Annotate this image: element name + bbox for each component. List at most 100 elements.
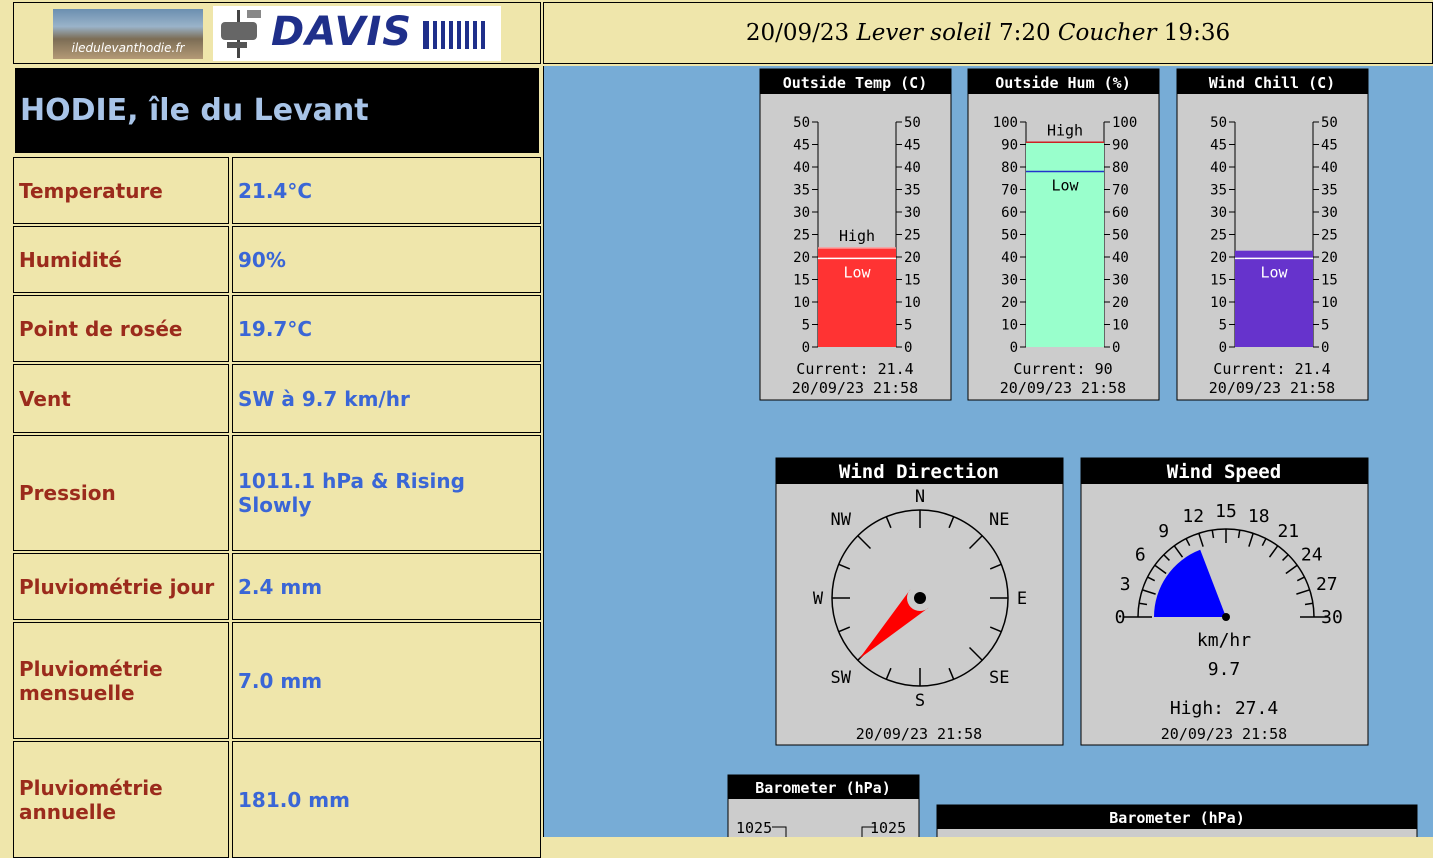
outside-temp-tick-label-right: 5 xyxy=(904,318,912,334)
wind-speed-scale-label: 9 xyxy=(1158,521,1169,542)
wind-chill-tick-label-left: 20 xyxy=(1210,250,1227,266)
wind-speed-scale-label: 12 xyxy=(1182,506,1204,527)
outside-temp-tick-label-left: 0 xyxy=(802,340,810,356)
outside-temp-tick-label-left: 40 xyxy=(793,160,810,176)
outside-hum-tick-label-left: 40 xyxy=(1001,250,1018,266)
barometer-gauge[interactable]: Barometer (hPa) 1025 1025 xyxy=(727,774,920,837)
compass-label: SE xyxy=(989,668,1009,688)
outside-temp-gauge[interactable]: Outside Temp (C) 50454035302520151050 50… xyxy=(759,68,952,401)
wind-chill-low-label: Low xyxy=(1260,263,1288,281)
outside-hum-time: 20/09/23 21:58 xyxy=(1000,379,1126,397)
compass-label: E xyxy=(1017,589,1027,609)
value-rain-day: 2.4 mm xyxy=(232,553,541,620)
outside-hum-current: Current: 90 xyxy=(1013,360,1112,378)
outside-hum-bar xyxy=(1026,142,1104,347)
label-rain-day: Pluviométrie jour xyxy=(13,553,229,620)
barometer-top-tick-left: 1025 xyxy=(736,819,772,837)
wind-chill-tick-label-left: 5 xyxy=(1219,318,1227,334)
outside-hum-gauge[interactable]: Outside Hum (%) 1009080706050403020100 1… xyxy=(967,68,1160,401)
outside-temp-tick-label-right: 30 xyxy=(904,205,921,221)
wind-chill-tick-label-left: 15 xyxy=(1210,273,1227,289)
outside-hum-tick-label-left: 80 xyxy=(1001,160,1018,176)
outside-temp-time: 20/09/23 21:58 xyxy=(792,379,918,397)
outside-hum-tick-label-left: 0 xyxy=(1010,340,1018,356)
sunset-time: 19:36 xyxy=(1163,20,1231,46)
value-humidity: 90% xyxy=(232,226,541,293)
wind-speed-scale-label: 30 xyxy=(1321,607,1343,628)
wind-speed-title: Wind Speed xyxy=(1167,461,1281,483)
barometer-graph[interactable]: Barometer (hPa) xyxy=(936,804,1418,837)
outside-hum-tick-label-right: 30 xyxy=(1112,273,1129,289)
wind-chill-gauge[interactable]: Wind Chill (C) 50454035302520151050 5045… xyxy=(1176,68,1369,401)
label-rain-month: Pluviométrie mensuelle xyxy=(13,622,229,739)
outside-temp-tick-label-left: 25 xyxy=(793,228,810,244)
wind-chill-tick-label-right: 0 xyxy=(1321,340,1329,356)
wind-chill-tick-label-right: 30 xyxy=(1321,205,1338,221)
barometer-title: Barometer (hPa) xyxy=(755,779,890,797)
header-logos: iledulevanthodie.fr DAVIS xyxy=(13,2,541,64)
outside-temp-current: Current: 21.4 xyxy=(796,360,913,378)
outside-temp-tick-label-right: 50 xyxy=(904,115,921,131)
compass-label: S xyxy=(915,691,925,711)
outside-hum-tick-label-left: 20 xyxy=(1001,295,1018,311)
outside-hum-tick-label-left: 90 xyxy=(1001,138,1018,154)
wind-direction-title: Wind Direction xyxy=(839,461,999,483)
wind-direction-time: 20/09/23 21:58 xyxy=(856,725,982,743)
outside-hum-tick-label-right: 50 xyxy=(1112,228,1129,244)
wind-chill-tick-label-left: 45 xyxy=(1210,138,1227,154)
outside-temp-tick-label-right: 15 xyxy=(904,273,921,289)
sunrise-label: Lever soleil xyxy=(856,20,992,46)
davis-logo[interactable]: DAVIS xyxy=(213,6,501,61)
value-rain-year: 181.0 mm xyxy=(232,741,541,858)
outside-temp-tick-label-right: 0 xyxy=(904,340,912,356)
outside-temp-title: Outside Temp (C) xyxy=(783,74,928,92)
wind-speed-value: 9.7 xyxy=(1208,659,1241,680)
label-rain-year: Pluviométrie annuelle xyxy=(13,741,229,858)
wind-chill-current: Current: 21.4 xyxy=(1213,360,1330,378)
outside-temp-tick-label-right: 10 xyxy=(904,295,921,311)
outside-temp-tick-label-left: 10 xyxy=(793,295,810,311)
value-dewpoint: 19.7°C xyxy=(232,295,541,362)
outside-hum-title: Outside Hum (%) xyxy=(995,74,1130,92)
wind-chill-tick-label-left: 10 xyxy=(1210,295,1227,311)
compass-label: SW xyxy=(831,668,852,688)
outside-hum-tick-label-right: 90 xyxy=(1112,138,1129,154)
outside-temp-tick-label-right: 35 xyxy=(904,183,921,199)
value-wind: SW à 9.7 km/hr xyxy=(232,364,541,433)
station-title: HODIE, île du Levant xyxy=(13,66,541,155)
outside-temp-tick-label-left: 20 xyxy=(793,250,810,266)
wind-chill-tick-label-right: 25 xyxy=(1321,228,1338,244)
label-dewpoint: Point de rosée xyxy=(13,295,229,362)
wind-chill-tick-label-left: 30 xyxy=(1210,205,1227,221)
outside-hum-tick-label-left: 70 xyxy=(1001,183,1018,199)
wind-speed-scale-label: 27 xyxy=(1316,574,1338,595)
wind-chill-tick-label-left: 50 xyxy=(1210,115,1227,131)
wind-chill-tick-label-right: 40 xyxy=(1321,160,1338,176)
outside-hum-tick-label-right: 0 xyxy=(1112,340,1120,356)
outside-hum-high-label: High xyxy=(1047,121,1083,139)
wind-chill-tick-label-right: 10 xyxy=(1321,295,1338,311)
wind-chill-tick-label-left: 0 xyxy=(1219,340,1227,356)
wind-direction-gauge[interactable]: Wind Direction N NE E SE S SW W NW 20/09/23 21:… xyxy=(775,457,1064,746)
compass-label: W xyxy=(813,589,824,609)
wind-chill-tick-label-right: 50 xyxy=(1321,115,1338,131)
label-humidity: Humidité xyxy=(13,226,229,293)
outside-temp-tick-label-left: 5 xyxy=(802,318,810,334)
wind-speed-scale-label: 3 xyxy=(1120,574,1131,595)
outside-hum-tick-label-left: 10 xyxy=(1001,318,1018,334)
outside-temp-tick-label-left: 15 xyxy=(793,273,810,289)
site-logo[interactable]: iledulevanthodie.fr xyxy=(53,9,203,59)
wind-speed-gauge[interactable]: Wind Speed 036912 15 1821242730 km/hr 9.7 … xyxy=(1080,457,1369,746)
sun-info: 20/09/23 Lever soleil 7:20 Coucher 19:36 xyxy=(543,2,1433,64)
label-temperature: Temperature xyxy=(13,157,229,224)
value-rain-month: 7.0 mm xyxy=(232,622,541,739)
outside-hum-tick-label-left: 100 xyxy=(993,115,1018,131)
wind-chill-tick-label-left: 25 xyxy=(1210,228,1227,244)
outside-temp-low-label: Low xyxy=(843,263,871,281)
outside-temp-tick-label-right: 25 xyxy=(904,228,921,244)
outside-temp-high-label: High xyxy=(839,227,875,245)
sunset-label: Coucher xyxy=(1057,20,1157,46)
wind-speed-scale-label: 6 xyxy=(1135,545,1146,566)
barometer-graph-title: Barometer (hPa) xyxy=(1109,809,1244,827)
compass-center-dot xyxy=(914,592,926,604)
